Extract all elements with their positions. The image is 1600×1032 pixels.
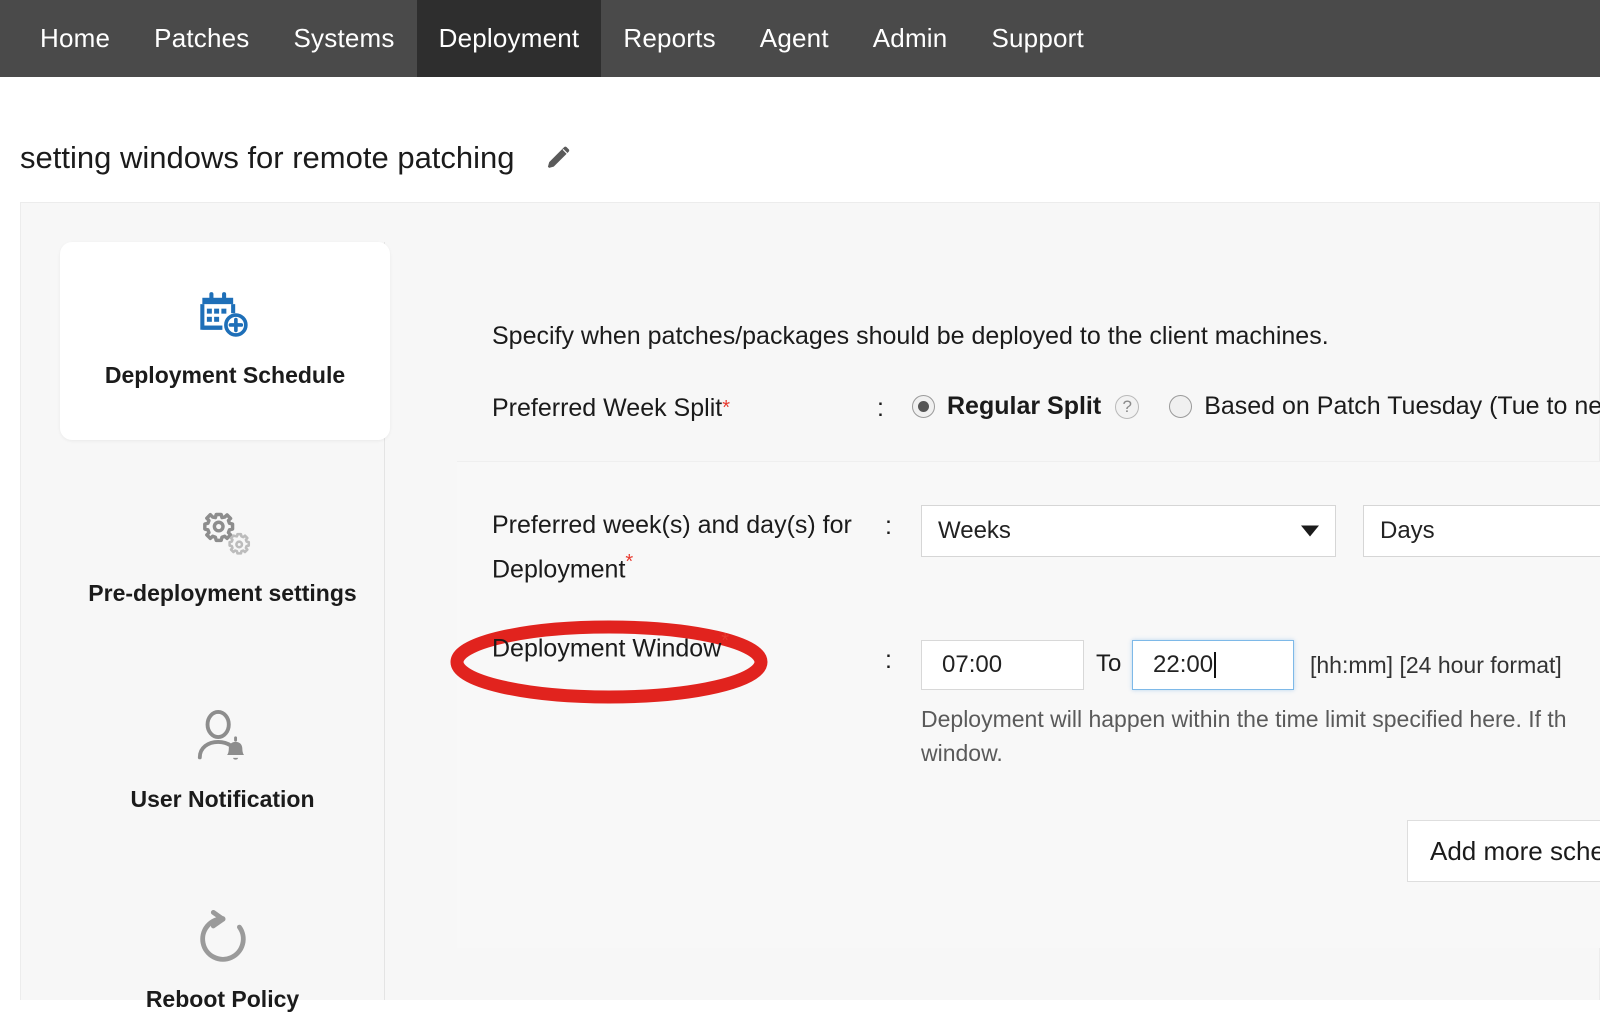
required-asterisk: * <box>722 397 730 420</box>
page-header: setting windows for remote patching <box>20 140 573 176</box>
deployment-window-colon: : <box>885 646 892 675</box>
radio-patch-tuesday[interactable] <box>1169 395 1192 418</box>
sidebar-item-label: Deployment Schedule <box>105 362 345 389</box>
radio-regular-split[interactable] <box>912 395 935 418</box>
radio-patch-tuesday-label: Based on Patch Tuesday (Tue to next Mo <box>1204 392 1600 421</box>
required-asterisk: * <box>721 630 729 652</box>
nav-item-home[interactable]: Home <box>18 0 132 77</box>
nav-item-agent[interactable]: Agent <box>738 0 851 77</box>
from-time-value: 07:00 <box>942 651 1002 679</box>
required-asterisk: * <box>625 551 633 573</box>
nav-item-patches[interactable]: Patches <box>132 0 271 77</box>
page-title: setting windows for remote patching <box>20 140 515 176</box>
deployment-window-to-input[interactable]: 22:00 <box>1132 640 1294 690</box>
user-bell-icon <box>192 710 254 768</box>
deployment-schedule-form: Specify when patches/packages should be … <box>385 242 1600 1000</box>
preferred-weeks-days-label-group: Preferred week(s) and day(s) for Deploym… <box>492 507 852 588</box>
gears-icon <box>192 510 254 562</box>
sidebar-item-pre-deployment-settings[interactable]: Pre-deployment settings <box>60 472 385 632</box>
sidebar-item-deployment-schedule[interactable]: Deployment Schedule <box>60 242 390 440</box>
weeks-dropdown[interactable]: Weeks <box>921 505 1336 557</box>
sidebar-item-label: User Notification <box>130 786 314 813</box>
deployment-window-label: Deployment Window <box>492 634 721 662</box>
refresh-arrow-icon <box>194 910 252 968</box>
calendar-add-icon <box>196 286 254 344</box>
to-separator-label: To <box>1096 650 1121 678</box>
radio-regular-split-label: Regular Split <box>947 392 1101 421</box>
nav-item-reports[interactable]: Reports <box>601 0 737 77</box>
week-split-radio-group: Regular Split ? Based on Patch Tuesday (… <box>912 392 1600 421</box>
days-dropdown[interactable]: Days <box>1363 505 1600 557</box>
sidebar-item-user-notification[interactable]: User Notification <box>60 672 385 832</box>
sidebar-item-reboot-policy[interactable]: Reboot Policy <box>60 872 385 1032</box>
pencil-icon[interactable] <box>545 144 573 172</box>
deployment-window-from-input[interactable]: 07:00 <box>921 640 1084 690</box>
weeks-dropdown-value: Weeks <box>938 517 1011 545</box>
nav-item-deployment[interactable]: Deployment <box>417 0 602 77</box>
preferred-week-split-label: Preferred Week Split <box>492 394 722 423</box>
help-text-line1: Deployment will happen within the time l… <box>921 706 1567 732</box>
add-more-schedule-button[interactable]: Add more sche <box>1407 820 1600 882</box>
chevron-down-icon <box>1301 526 1319 537</box>
deployment-window-help-text: Deployment will happen within the time l… <box>921 702 1600 770</box>
nav-item-systems[interactable]: Systems <box>272 0 417 77</box>
weeks-days-label-line1: Preferred week(s) and day(s) for <box>492 511 852 539</box>
nav-item-support[interactable]: Support <box>969 0 1105 77</box>
help-text-line2: window. <box>921 740 1003 766</box>
days-dropdown-value: Days <box>1380 517 1435 545</box>
form-intro-text: Specify when patches/packages should be … <box>492 322 1329 351</box>
nav-item-admin[interactable]: Admin <box>851 0 970 77</box>
weeks-days-label-line2: Deployment <box>492 555 625 583</box>
to-time-value: 22:00 <box>1153 651 1213 679</box>
preferred-weeks-days-label: Preferred week(s) and day(s) for Deploym… <box>492 507 852 588</box>
week-split-colon: : <box>877 394 884 423</box>
sidebar-item-label: Pre-deployment settings <box>88 580 356 607</box>
help-icon[interactable]: ? <box>1115 395 1139 419</box>
text-cursor <box>1214 652 1216 678</box>
weeks-days-colon: : <box>885 512 892 541</box>
deployment-window-label-group: Deployment Window* <box>492 630 729 663</box>
top-navigation-bar: Home Patches Systems Deployment Reports … <box>0 0 1600 77</box>
time-format-hint: [hh:mm] [24 hour format] <box>1310 652 1562 679</box>
wizard-step-rail: Deployment Schedule Pre-deployment setti… <box>60 242 385 1000</box>
preferred-week-split-label-group: Preferred Week Split* <box>492 394 730 423</box>
